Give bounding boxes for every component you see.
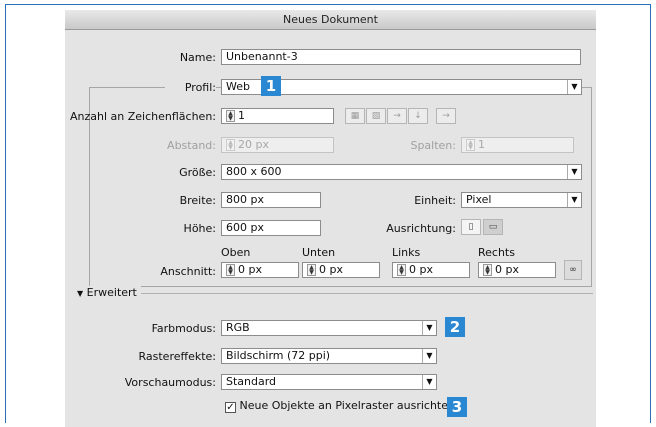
chevron-down-icon: ▼ bbox=[422, 321, 436, 335]
bleed-label: Anschnitt: bbox=[160, 265, 216, 278]
bleed-left-label: Links bbox=[392, 246, 421, 259]
raster-effects-label: Rastereffekte: bbox=[138, 350, 216, 363]
height-label: Höhe: bbox=[183, 222, 216, 235]
color-mode-select[interactable]: RGB ▼ bbox=[221, 320, 437, 336]
advanced-label: Erweitert bbox=[86, 286, 137, 299]
grid-by-row-icon[interactable]: ▦ bbox=[345, 108, 365, 124]
stepper-icon[interactable]: ▲ ▼ bbox=[483, 264, 492, 276]
chevron-down-icon: ▼ bbox=[422, 349, 436, 363]
height-input[interactable]: 600 px bbox=[221, 220, 321, 236]
artboards-label: Anzahl an Zeichenflächen: bbox=[70, 110, 216, 123]
preview-mode-value: Standard bbox=[226, 375, 277, 388]
width-input[interactable]: 800 px bbox=[221, 192, 321, 208]
link-icon[interactable]: ∞ bbox=[564, 260, 582, 280]
size-select-value: 800 x 600 bbox=[226, 165, 282, 178]
artboards-input[interactable]: ▲ ▼ 1 bbox=[221, 108, 334, 124]
chevron-down-icon: ▼ bbox=[567, 80, 581, 94]
columns-label: Spalten: bbox=[410, 139, 456, 152]
spacing-input[interactable]: ▲ ▼ 20 px bbox=[221, 137, 334, 153]
grid-by-column-icon[interactable]: ▧ bbox=[366, 108, 386, 124]
artboards-value: 1 bbox=[238, 109, 245, 122]
new-document-dialog: Neues Dokument Name: Unbenannt-3 Profil:… bbox=[65, 10, 596, 427]
advanced-toggle[interactable]: ▼ Erweitert bbox=[77, 286, 141, 299]
right-to-left-icon[interactable]: → bbox=[436, 108, 456, 124]
stepper-icon[interactable]: ▲ ▼ bbox=[307, 264, 316, 276]
columns-value: 1 bbox=[478, 138, 485, 151]
bleed-left-input[interactable]: ▲ ▼ 0 px bbox=[392, 262, 470, 278]
stepper-icon: ▲ ▼ bbox=[226, 139, 235, 151]
spacing-label: Abstand: bbox=[167, 139, 216, 152]
profil-label: Profil: bbox=[165, 81, 216, 94]
pixel-grid-checkbox[interactable]: ✓ Neue Objekte an Pixelraster ausrichten bbox=[225, 399, 455, 413]
stepper-icon[interactable]: ▲ ▼ bbox=[226, 264, 235, 276]
stepper-icon[interactable]: ▲ ▼ bbox=[226, 110, 235, 122]
chevron-down-icon: ▼ bbox=[422, 375, 436, 389]
bleed-right-label: Rechts bbox=[478, 246, 515, 259]
landscape-orientation-icon[interactable]: ▭ bbox=[483, 219, 503, 235]
arrange-by-column-icon[interactable]: ↓ bbox=[408, 108, 428, 124]
bleed-left-value: 0 px bbox=[409, 263, 433, 276]
preview-mode-label: Vorschaumodus: bbox=[124, 376, 216, 389]
checkbox-checked-icon[interactable]: ✓ bbox=[225, 402, 236, 413]
size-select[interactable]: 800 x 600 ▼ bbox=[221, 164, 582, 180]
dialog-title: Neues Dokument bbox=[65, 10, 596, 30]
callout-badge-3: 3 bbox=[447, 397, 467, 417]
unit-select-value: Pixel bbox=[466, 193, 492, 206]
bleed-right-value: 0 px bbox=[495, 263, 519, 276]
preview-mode-select[interactable]: Standard ▼ bbox=[221, 374, 437, 390]
color-mode-label: Farbmodus: bbox=[151, 322, 216, 335]
divider bbox=[77, 293, 593, 294]
raster-effects-select[interactable]: Bildschirm (72 ppi) ▼ bbox=[221, 348, 437, 364]
spacing-value: 20 px bbox=[238, 138, 269, 151]
stepper-icon[interactable]: ▲ ▼ bbox=[397, 264, 406, 276]
chevron-down-icon: ▼ bbox=[567, 193, 581, 207]
bleed-bottom-input[interactable]: ▲ ▼ 0 px bbox=[302, 262, 380, 278]
color-mode-value: RGB bbox=[226, 321, 250, 334]
bleed-bottom-value: 0 px bbox=[319, 263, 343, 276]
name-label: Name: bbox=[179, 51, 216, 64]
callout-badge-1: 1 bbox=[261, 76, 281, 96]
unit-label: Einheit: bbox=[414, 194, 456, 207]
columns-input[interactable]: ▲ ▼ 1 bbox=[461, 137, 574, 153]
size-label: Größe: bbox=[179, 166, 216, 179]
bleed-top-value: 0 px bbox=[238, 263, 262, 276]
arrange-by-row-icon[interactable]: → bbox=[387, 108, 407, 124]
profil-select-value: Web bbox=[226, 80, 250, 93]
orientation-label: Ausrichtung: bbox=[386, 222, 456, 235]
disclosure-triangle-icon: ▼ bbox=[77, 289, 84, 298]
name-input[interactable]: Unbenannt-3 bbox=[221, 49, 581, 65]
pixel-grid-label: Neue Objekte an Pixelraster ausrichten bbox=[239, 399, 455, 412]
bleed-bottom-label: Unten bbox=[302, 246, 336, 259]
raster-effects-value: Bildschirm (72 ppi) bbox=[226, 349, 331, 362]
bleed-top-label: Oben bbox=[221, 246, 251, 259]
stepper-icon: ▲ ▼ bbox=[466, 139, 475, 151]
callout-badge-2: 2 bbox=[445, 317, 465, 337]
bleed-top-input[interactable]: ▲ ▼ 0 px bbox=[221, 262, 299, 278]
unit-select[interactable]: Pixel ▼ bbox=[461, 192, 582, 208]
portrait-orientation-icon[interactable]: ▯ bbox=[461, 219, 481, 235]
bleed-right-input[interactable]: ▲ ▼ 0 px bbox=[478, 262, 556, 278]
chevron-down-icon: ▼ bbox=[567, 165, 581, 179]
width-label: Breite: bbox=[179, 194, 216, 207]
